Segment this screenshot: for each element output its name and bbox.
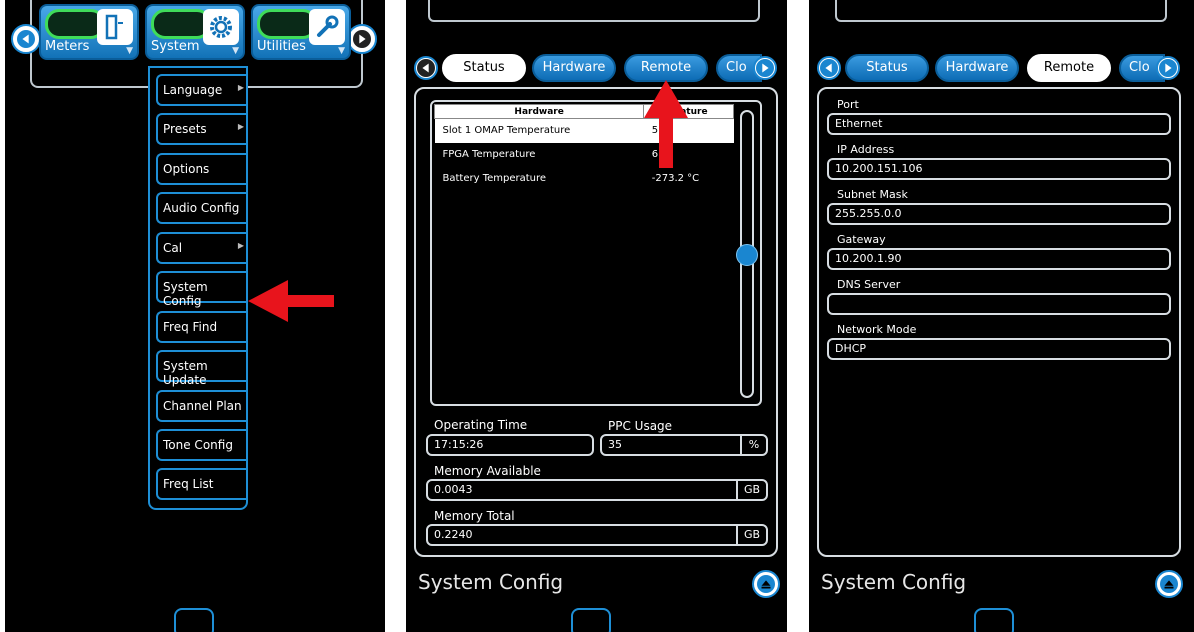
submenu-arrow-icon: ▶ bbox=[237, 83, 244, 92]
gateway-field[interactable]: 10.200.1.90 bbox=[827, 248, 1171, 270]
memory-available-unit: GB bbox=[736, 479, 768, 501]
arrow-left-icon bbox=[17, 30, 35, 48]
table-row[interactable]: FPGA Temperature 6 °C bbox=[435, 143, 734, 167]
top-frame bbox=[835, 0, 1167, 22]
arrow-right-icon bbox=[756, 59, 774, 77]
tile-label: Utilities bbox=[257, 39, 306, 54]
tabs-scroll-right-button[interactable] bbox=[1156, 56, 1180, 80]
table-row[interactable]: Slot 1 OMAP Temperature 5 °C bbox=[434, 118, 734, 143]
memory-total-unit: GB bbox=[736, 524, 768, 546]
operating-time-label: Operating Time bbox=[434, 418, 528, 432]
chevron-down-icon: ▼ bbox=[126, 46, 133, 56]
hardware-temperature-table: Hardware erature Slot 1 OMAP Temperature… bbox=[433, 104, 734, 191]
memory-total-field: 0.2240 bbox=[426, 524, 738, 546]
menu-item-options[interactable]: Options bbox=[156, 153, 248, 185]
page-title: System Config bbox=[821, 570, 967, 594]
tab-hardware[interactable]: Hardware bbox=[532, 54, 616, 82]
gateway-label: Gateway bbox=[837, 233, 886, 246]
ppc-unit: % bbox=[740, 434, 768, 456]
remote-panel: Status Hardware Remote Clo Port Ethernet… bbox=[809, 0, 1194, 632]
pointer-arrow-up bbox=[644, 80, 688, 168]
arrow-left-icon bbox=[417, 59, 435, 77]
dns-server-field[interactable] bbox=[827, 293, 1171, 315]
menu-item-language[interactable]: Language ▶ bbox=[156, 74, 248, 106]
tile-label: Meters bbox=[45, 39, 90, 54]
table-header-row: Hardware erature bbox=[433, 104, 734, 119]
home-tab[interactable] bbox=[571, 608, 611, 632]
arrow-right-icon bbox=[1159, 59, 1177, 77]
gear-icon bbox=[203, 9, 239, 45]
utilities-tile[interactable]: Utilities ▼ bbox=[251, 4, 351, 60]
tab-status[interactable]: Status bbox=[442, 54, 526, 82]
memory-available-label: Memory Available bbox=[434, 464, 541, 478]
menu-item-presets[interactable]: Presets ▶ bbox=[156, 113, 248, 145]
home-tab[interactable] bbox=[174, 608, 214, 632]
page-title: System Config bbox=[418, 570, 564, 594]
submenu-arrow-icon: ▶ bbox=[237, 122, 244, 131]
scroll-left-button[interactable] bbox=[11, 24, 41, 54]
chevron-up-icon bbox=[1160, 575, 1178, 593]
status-panel: Status Hardware Remote Clo Hardware erat… bbox=[406, 0, 787, 632]
chevron-up-icon bbox=[757, 575, 775, 593]
meter-icon bbox=[97, 9, 133, 45]
arrow-right-icon bbox=[353, 30, 371, 48]
chevron-down-icon: ▼ bbox=[338, 46, 345, 56]
top-frame bbox=[428, 0, 760, 22]
tab-remote[interactable]: Remote bbox=[1027, 54, 1111, 82]
ip-address-field[interactable]: 10.200.151.106 bbox=[827, 158, 1171, 180]
tabs-scroll-left-button[interactable] bbox=[414, 56, 438, 80]
port-label: Port bbox=[837, 98, 859, 111]
expand-up-button[interactable] bbox=[1155, 570, 1183, 598]
submenu-arrow-icon: ▶ bbox=[237, 241, 244, 250]
system-menu-panel: Meters ▼ System ▼ Utilities ▼ Language ▶ … bbox=[5, 0, 385, 632]
tile-indicator bbox=[151, 9, 211, 39]
menu-item-freq-find[interactable]: Freq Find bbox=[156, 311, 248, 343]
column-header: Hardware bbox=[433, 104, 645, 119]
menu-item-tone-config[interactable]: Tone Config bbox=[156, 429, 248, 461]
menu-item-cal[interactable]: Cal ▶ bbox=[156, 232, 248, 264]
table-row[interactable]: Battery Temperature -273.2 °C bbox=[435, 167, 734, 191]
tab-remote[interactable]: Remote bbox=[624, 54, 708, 82]
dns-server-label: DNS Server bbox=[837, 278, 901, 291]
tabs-scroll-right-button[interactable] bbox=[753, 56, 777, 80]
ppc-usage-label: PPC Usage bbox=[608, 419, 673, 433]
pointer-arrow-left bbox=[248, 280, 334, 322]
port-field[interactable]: Ethernet bbox=[827, 113, 1171, 135]
menu-item-system-config[interactable]: System Config bbox=[156, 271, 248, 308]
tab-hardware[interactable]: Hardware bbox=[935, 54, 1019, 82]
home-tab[interactable] bbox=[974, 608, 1014, 632]
menu-item-channel-plan[interactable]: Channel Plan bbox=[156, 390, 248, 422]
meters-tile[interactable]: Meters ▼ bbox=[39, 4, 139, 60]
menu-item-audio-config[interactable]: Audio Config bbox=[156, 192, 248, 224]
arrow-left-icon bbox=[820, 59, 838, 77]
system-tile[interactable]: System ▼ bbox=[145, 4, 245, 60]
ppc-usage-field: 35 bbox=[600, 434, 742, 456]
network-mode-field[interactable]: DHCP bbox=[827, 338, 1171, 360]
scroll-right-button[interactable] bbox=[347, 24, 377, 54]
expand-up-button[interactable] bbox=[752, 570, 780, 598]
memory-available-field: 0.0043 bbox=[426, 479, 738, 501]
chevron-down-icon: ▼ bbox=[232, 46, 239, 56]
tile-indicator bbox=[257, 9, 317, 39]
menu-item-system-update[interactable]: System Update bbox=[156, 350, 248, 387]
tabs-scroll-left-button[interactable] bbox=[817, 56, 841, 80]
operating-time-field: 17:15:26 bbox=[426, 434, 594, 456]
memory-total-label: Memory Total bbox=[434, 509, 515, 523]
scrollbar-thumb[interactable] bbox=[736, 244, 758, 266]
subnet-mask-field[interactable]: 255.255.0.0 bbox=[827, 203, 1171, 225]
tab-status[interactable]: Status bbox=[845, 54, 929, 82]
wrench-icon bbox=[309, 9, 345, 45]
system-dropdown-menu: Language ▶ Presets ▶ Options Audio Config … bbox=[148, 66, 248, 510]
menu-item-freq-list[interactable]: Freq List bbox=[156, 468, 248, 500]
tile-label: System bbox=[151, 39, 200, 54]
network-mode-label: Network Mode bbox=[837, 323, 917, 336]
ip-address-label: IP Address bbox=[837, 143, 895, 156]
subnet-mask-label: Subnet Mask bbox=[837, 188, 908, 201]
tile-indicator bbox=[45, 9, 105, 39]
